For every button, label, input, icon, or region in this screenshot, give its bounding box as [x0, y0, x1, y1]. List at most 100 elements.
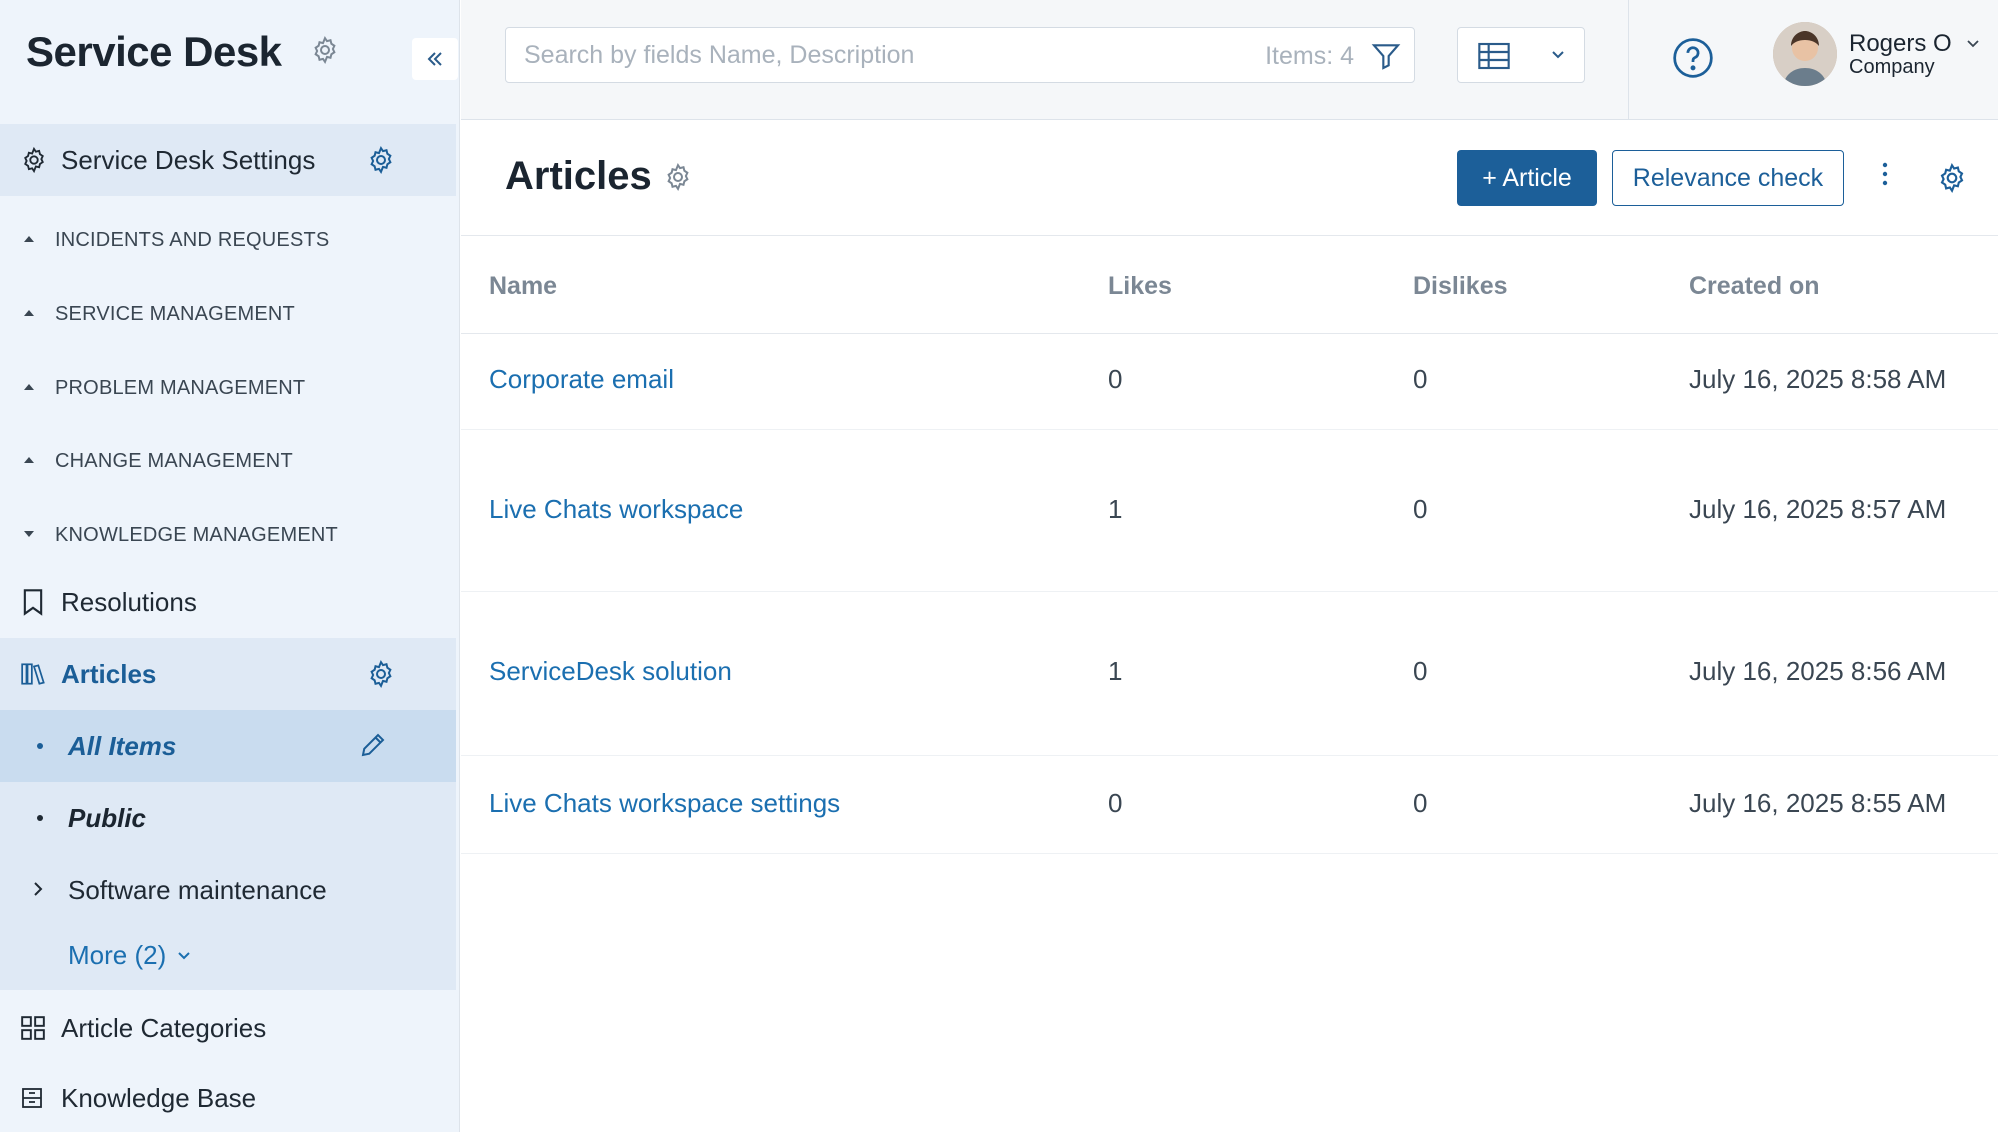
- caret-up-icon: [22, 305, 36, 323]
- gear-icon[interactable]: [310, 35, 340, 70]
- column-header-name[interactable]: Name: [489, 272, 557, 301]
- divider: [1628, 0, 1629, 120]
- caret-up-icon: [22, 452, 36, 470]
- articles-submenu: All Items Public Software maintenance Mo…: [0, 710, 456, 990]
- chevron-down-icon: [1967, 40, 1979, 48]
- double-chevron-left-icon: [427, 52, 442, 66]
- created-on-value: July 16, 2025 8:58 AM: [1689, 364, 1947, 394]
- gear-icon[interactable]: [366, 659, 396, 689]
- page-header: Articles + Article Relevance check: [461, 120, 1998, 236]
- chevron-right-icon: [32, 880, 44, 903]
- section-label: KNOWLEDGE MANAGEMENT: [55, 523, 338, 546]
- table-row[interactable]: Corporate email 0 0 July 16, 2025 8:58 A…: [461, 334, 1998, 430]
- sidebar-section-service[interactable]: SERVICE MANAGEMENT: [0, 278, 456, 350]
- search-input[interactable]: [524, 28, 1224, 82]
- caret-up-icon: [22, 379, 36, 397]
- section-label: CHANGE MANAGEMENT: [55, 449, 293, 472]
- gear-icon[interactable]: [663, 162, 693, 197]
- sidebar-section-incidents[interactable]: INCIDENTS AND REQUESTS: [0, 204, 456, 276]
- section-label: INCIDENTS AND REQUESTS: [55, 228, 330, 251]
- created-on-value: July 16, 2025 8:56 AM: [1689, 656, 1947, 686]
- items-count: Items: 4: [1265, 42, 1354, 70]
- created-on-value: July 16, 2025 8:55 AM: [1689, 788, 1947, 818]
- user-company: Company: [1849, 56, 1935, 78]
- sidebar-item-resolutions[interactable]: Resolutions: [0, 566, 456, 638]
- column-header-created-on[interactable]: Created on: [1689, 272, 1820, 301]
- chevron-down-icon: [178, 951, 190, 959]
- sidebar-item-article-categories[interactable]: Article Categories: [0, 992, 456, 1064]
- chevron-down-icon: [1550, 48, 1566, 66]
- article-name-link[interactable]: Live Chats workspace settings: [489, 788, 840, 819]
- add-article-button[interactable]: + Article: [1457, 150, 1597, 206]
- sidebar-subitem-public[interactable]: Public: [0, 782, 456, 854]
- likes-value: 1: [1108, 656, 1123, 686]
- table-row[interactable]: Live Chats workspace settings 0 0 July 1…: [461, 756, 1998, 854]
- archive-icon: [20, 1086, 44, 1110]
- caret-down-icon: [22, 526, 36, 544]
- table-row[interactable]: ServiceDesk solution 1 0 July 16, 2025 8…: [461, 592, 1998, 756]
- filter-icon[interactable]: [1370, 40, 1402, 77]
- collapse-sidebar-button[interactable]: [412, 38, 458, 80]
- sidebar-subitem-software-maintenance[interactable]: Software maintenance: [0, 854, 456, 926]
- likes-value: 0: [1108, 364, 1123, 394]
- article-name-link[interactable]: Corporate email: [489, 364, 674, 395]
- bullet: [37, 815, 43, 821]
- column-header-dislikes[interactable]: Dislikes: [1413, 272, 1508, 301]
- gear-icon: [20, 146, 48, 174]
- sidebar-item-label: Article Categories: [61, 1012, 267, 1043]
- question-circle-icon[interactable]: [1671, 36, 1715, 85]
- table-row[interactable]: Live Chats workspace 1 0 July 16, 2025 8…: [461, 430, 1998, 592]
- sidebar-item-label: Resolutions: [61, 586, 197, 617]
- more-link[interactable]: More (2): [68, 940, 192, 971]
- dislikes-value: 0: [1413, 656, 1428, 686]
- dislikes-value: 0: [1413, 364, 1428, 394]
- dislikes-value: 0: [1413, 788, 1428, 818]
- article-name-link[interactable]: ServiceDesk solution: [489, 656, 732, 687]
- articles-table: Name Likes Dislikes Created on Corporate…: [461, 236, 1998, 854]
- caret-up-icon: [22, 231, 36, 249]
- brand: Service Desk: [26, 28, 340, 76]
- sidebar-item-articles[interactable]: Articles: [0, 638, 456, 710]
- subitem-label: All Items: [68, 730, 177, 761]
- brand-title: Service Desk: [26, 28, 282, 75]
- page-title: Articles: [505, 154, 652, 198]
- created-on-value: July 16, 2025 8:57 AM: [1689, 494, 1947, 524]
- likes-value: 1: [1108, 494, 1123, 524]
- sidebar-item-label: Service Desk Settings: [61, 144, 316, 175]
- user-name: Rogers O: [1849, 30, 1952, 57]
- grid-icon: [20, 1015, 46, 1041]
- gear-icon[interactable]: [1936, 162, 1968, 199]
- search-box: Items: 4: [505, 27, 1415, 83]
- sidebar-section-knowledge[interactable]: KNOWLEDGE MANAGEMENT: [0, 499, 456, 571]
- section-label: PROBLEM MANAGEMENT: [55, 376, 306, 399]
- subitem-label: Software maintenance: [68, 874, 327, 905]
- bullet: [37, 743, 43, 749]
- sidebar: Service Desk Service Desk Settings INCID…: [0, 0, 460, 1132]
- relevance-check-button[interactable]: Relevance check: [1612, 150, 1844, 206]
- user-menu[interactable]: Rogers O: [1849, 30, 1980, 58]
- sidebar-item-knowledge-base[interactable]: Knowledge Base: [0, 1064, 456, 1132]
- view-switcher-button[interactable]: [1457, 27, 1585, 83]
- sidebar-subitem-all-items[interactable]: All Items: [0, 710, 456, 782]
- likes-value: 0: [1108, 788, 1123, 818]
- pencil-icon[interactable]: [358, 730, 388, 765]
- column-header-likes[interactable]: Likes: [1108, 272, 1172, 301]
- sidebar-section-problem[interactable]: PROBLEM MANAGEMENT: [0, 352, 456, 424]
- books-icon: [20, 661, 48, 687]
- sidebar-item-settings[interactable]: Service Desk Settings: [0, 124, 456, 196]
- avatar[interactable]: [1773, 22, 1837, 86]
- sidebar-item-label: Articles: [61, 658, 157, 689]
- table-icon: [1478, 42, 1510, 75]
- table-header: Name Likes Dislikes Created on: [461, 236, 1998, 334]
- sidebar-section-change[interactable]: CHANGE MANAGEMENT: [0, 425, 456, 497]
- gear-icon[interactable]: [366, 145, 396, 175]
- bookmark-icon: [20, 588, 46, 616]
- dislikes-value: 0: [1413, 494, 1428, 524]
- kebab-icon[interactable]: [1881, 160, 1889, 193]
- section-label: SERVICE MANAGEMENT: [55, 302, 295, 325]
- article-name-link[interactable]: Live Chats workspace: [489, 494, 743, 525]
- top-bar: Items: 4 Rogers O Company: [461, 0, 1998, 120]
- sidebar-item-label: Knowledge Base: [61, 1082, 257, 1113]
- more-label: More (2): [68, 940, 167, 970]
- subitem-label: Public: [68, 802, 147, 833]
